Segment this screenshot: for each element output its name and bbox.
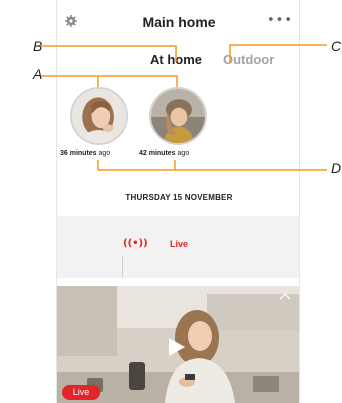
last-seen-text: 42 minutes ago (139, 150, 189, 157)
top-bar: Main home ••• (57, 0, 299, 44)
person-avatar[interactable] (70, 87, 128, 145)
chevron-up-icon[interactable] (279, 292, 291, 300)
person-avatar[interactable] (149, 87, 207, 145)
tab-at-home[interactable]: At home (150, 52, 202, 67)
callout-label-a: A (33, 66, 43, 82)
person-photo (151, 89, 205, 143)
last-seen-suffix: ago (98, 150, 111, 157)
app-screen: Main home ••• At home Outdoor 36 minutes… (56, 0, 300, 403)
timeline-line (122, 256, 123, 278)
live-signal-icon: ((•)) (123, 238, 148, 249)
last-seen-text: 36 minutes ago (60, 150, 110, 157)
callout-label-d: D (331, 160, 342, 176)
last-seen-minutes: 36 minutes (60, 150, 97, 157)
live-label: Live (170, 239, 189, 249)
live-badge: Live (62, 385, 100, 400)
tab-bar: At home Outdoor (57, 52, 299, 72)
page-title: Main home (142, 14, 216, 30)
callout-label-c: C (331, 38, 342, 54)
more-icon[interactable]: ••• (267, 13, 293, 28)
tab-outdoor[interactable]: Outdoor (223, 52, 274, 67)
timeline-live-row[interactable]: ((•)) Live (57, 216, 299, 278)
date-header: THURSDAY 15 NOVEMBER (125, 193, 233, 202)
last-seen-minutes: 42 minutes (139, 150, 176, 157)
person-photo (72, 89, 126, 143)
play-icon[interactable] (168, 337, 186, 357)
last-seen-suffix: ago (177, 150, 190, 157)
callout-label-b: B (33, 38, 43, 54)
live-video-preview[interactable]: Live (57, 286, 299, 403)
